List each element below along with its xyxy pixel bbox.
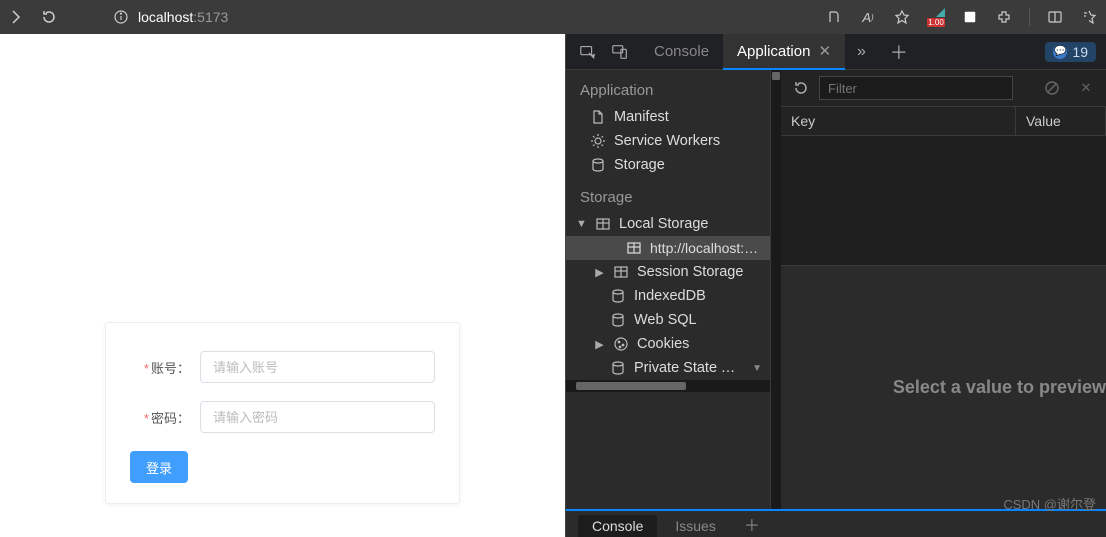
info-icon <box>112 8 130 26</box>
storage-table-body[interactable] <box>781 136 1106 266</box>
sidebar-item-service-workers[interactable]: Service Workers <box>566 129 770 153</box>
preview-hint: Select a value to preview <box>781 266 1106 509</box>
chevron-right-icon: ▶ <box>594 338 605 351</box>
storage-table-header: Key Value <box>781 107 1106 136</box>
filter-input[interactable] <box>819 76 1013 100</box>
add-drawer-tab-icon[interactable]: ＋ <box>734 512 770 536</box>
extensions-icon[interactable] <box>995 8 1013 26</box>
grid-icon <box>613 264 629 280</box>
tab-console[interactable]: Console <box>640 34 723 70</box>
more-tabs-icon[interactable]: » <box>845 43 878 61</box>
drawer-tab-issues[interactable]: Issues <box>661 515 729 537</box>
chevron-down-icon: ▼ <box>576 218 587 230</box>
read-aloud-icon[interactable]: A) <box>859 8 877 26</box>
sidebar-section-storage: Storage <box>566 177 770 212</box>
gear-icon <box>590 133 606 149</box>
login-form: *账号： *密码： 登录 <box>105 322 460 504</box>
refresh-icon[interactable] <box>40 8 58 26</box>
drawer-tab-console[interactable]: Console <box>578 515 657 537</box>
sidebar-item-local-storage-origin[interactable]: http://localhost:5173 <box>566 236 770 260</box>
grid-icon <box>626 240 642 256</box>
sidebar-item-session-storage[interactable]: ▶Session Storage <box>566 260 770 284</box>
devtools-drawer: Console Issues ＋ <box>566 509 1106 537</box>
login-button[interactable]: 登录 <box>130 451 188 483</box>
refresh-icon[interactable] <box>791 78 811 98</box>
devtools-tabbar: Console Application✕ » ＋ 💬19 <box>566 34 1106 70</box>
sidebar-item-private-state[interactable]: Private State Tokens▼ <box>566 356 770 380</box>
split-screen-icon[interactable] <box>1046 8 1064 26</box>
block-icon[interactable] <box>1042 78 1062 98</box>
sidebar-item-websql[interactable]: Web SQL <box>566 308 770 332</box>
devtools-sidebar: Application Manifest Service Workers Sto… <box>566 70 771 509</box>
issues-badge[interactable]: 💬19 <box>1045 42 1096 62</box>
close-icon[interactable]: ✕ <box>1076 78 1096 98</box>
forward-icon[interactable] <box>8 8 26 26</box>
tab-application[interactable]: Application✕ <box>723 34 845 70</box>
chat-icon: 💬 <box>1053 45 1067 59</box>
sidebar-item-manifest[interactable]: Manifest <box>566 105 770 129</box>
extension-badge[interactable]: 1.00 <box>927 8 945 26</box>
database-icon <box>610 312 626 328</box>
extension-icon[interactable] <box>961 8 979 26</box>
sidebar-item-cookies[interactable]: ▶Cookies <box>566 332 770 356</box>
favorite-icon[interactable] <box>893 8 911 26</box>
sidebar-section-application: Application <box>566 70 770 105</box>
sidebar-item-indexeddb[interactable]: IndexedDB <box>566 284 770 308</box>
toolbar-divider <box>1029 8 1030 26</box>
address-bar[interactable]: localhost:5173 <box>112 8 228 26</box>
sidebar-item-local-storage[interactable]: ▼Local Storage <box>566 212 770 236</box>
grid-icon <box>595 216 611 232</box>
database-icon <box>610 288 626 304</box>
sidebar-item-storage-overview[interactable]: Storage <box>566 153 770 177</box>
horizontal-scrollbar[interactable] <box>566 380 770 392</box>
password-label: *密码： <box>130 408 200 427</box>
cookie-icon <box>613 336 629 352</box>
chevron-right-icon: ▶ <box>594 266 605 279</box>
reader-icon[interactable] <box>825 8 843 26</box>
account-input[interactable] <box>200 351 435 383</box>
database-icon <box>610 360 626 376</box>
database-icon <box>590 157 606 173</box>
vertical-scrollbar[interactable] <box>771 70 781 509</box>
chevron-down-icon: ▼ <box>752 363 762 374</box>
password-input[interactable] <box>200 401 435 433</box>
inspect-icon[interactable] <box>576 40 600 64</box>
file-icon <box>590 109 606 125</box>
device-toolbar-icon[interactable] <box>608 40 632 64</box>
collections-icon[interactable] <box>1080 8 1098 26</box>
close-icon[interactable]: ✕ <box>818 43 831 60</box>
add-tab-icon[interactable]: ＋ <box>878 39 920 65</box>
url-text: localhost:5173 <box>138 9 228 25</box>
account-label: *账号： <box>130 358 200 377</box>
column-key[interactable]: Key <box>781 107 1016 135</box>
column-value[interactable]: Value <box>1016 107 1106 135</box>
